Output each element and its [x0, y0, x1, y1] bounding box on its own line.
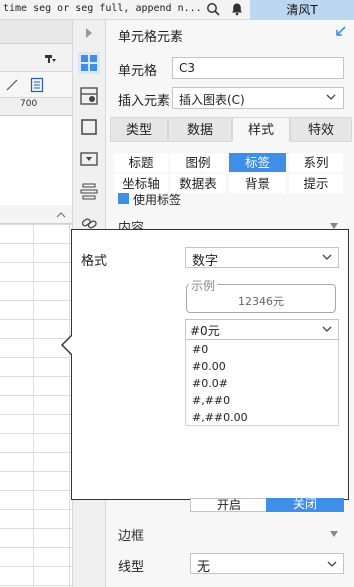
use-label-checkbox[interactable] — [118, 193, 129, 204]
format-label: 格式 — [81, 254, 108, 269]
chevron-down-icon[interactable] — [327, 560, 337, 568]
line-type-label: 线型 — [118, 560, 145, 575]
subtab-series[interactable]: 系列 — [289, 153, 343, 172]
sheet-toolbar-secondary — [0, 44, 72, 72]
subtab-label[interactable]: 标签 — [229, 153, 286, 172]
format-painter-icon[interactable] — [44, 54, 56, 64]
ruler-label: 700 — [20, 99, 38, 109]
pattern-option[interactable]: #,##0 — [192, 394, 230, 407]
line-tool-icon[interactable] — [5, 78, 19, 92]
pattern-option[interactable]: #0.00 — [192, 360, 226, 373]
tab-data[interactable]: 数据 — [168, 117, 232, 142]
sheet-toolbar-tertiary — [0, 72, 72, 98]
toggle-off-button[interactable]: 关闭 — [266, 498, 344, 512]
expand-icon[interactable] — [334, 24, 348, 38]
scroll-up-icon[interactable] — [54, 207, 68, 223]
panel-title: 单元格元素 — [118, 30, 184, 45]
cell-label: 单元格 — [118, 64, 158, 79]
cell-input[interactable]: C3 — [172, 57, 344, 79]
collapse-arrow-icon[interactable] — [78, 22, 100, 44]
top-bar-text: time seg or seg full, append n... — [3, 3, 202, 14]
pattern-option[interactable]: #0 — [192, 343, 208, 356]
example-value: 12346元 — [238, 295, 284, 308]
user-badge[interactable]: 清风T — [250, 0, 354, 20]
bell-icon[interactable] — [230, 2, 244, 16]
subtab-background[interactable]: 背景 — [229, 174, 286, 193]
subtab-title[interactable]: 标题 — [114, 153, 168, 172]
tab-type[interactable]: 类型 — [110, 117, 168, 142]
tab-style[interactable]: 样式 — [232, 117, 290, 142]
search-icon[interactable] — [206, 2, 220, 16]
sheet-grid[interactable] — [0, 205, 72, 587]
cell-attribute-icon[interactable] — [78, 85, 100, 107]
subtab-tooltip[interactable]: 提示 — [289, 174, 343, 193]
chevron-down-icon[interactable] — [322, 325, 332, 333]
subtab-legend[interactable]: 图例 — [170, 153, 226, 172]
collapse-triangle-icon[interactable] — [330, 531, 338, 537]
pattern-option[interactable]: #,##0.00 — [192, 411, 248, 424]
document-icon[interactable] — [30, 77, 44, 93]
frame-icon[interactable] — [78, 116, 100, 138]
section-border-header[interactable]: 边框 — [118, 525, 144, 544]
condition-icon[interactable] — [78, 180, 100, 202]
cell-element-icon[interactable] — [78, 52, 100, 74]
format-pattern-input[interactable]: #0元 — [185, 319, 339, 340]
widget-icon[interactable] — [78, 148, 100, 170]
insert-element-select[interactable]: 插入图表(C) — [172, 87, 344, 109]
use-label-text: 使用标签 — [133, 193, 182, 207]
tab-effects[interactable]: 特效 — [290, 117, 352, 142]
popup-pointer-fill — [63, 335, 73, 355]
line-type-select[interactable]: 无 — [190, 553, 344, 575]
toggle-on-button[interactable]: 开启 — [190, 498, 268, 512]
sheet-toolbar — [0, 20, 72, 44]
format-type-select[interactable]: 数字 — [185, 247, 339, 269]
chevron-down-icon[interactable] — [322, 253, 332, 261]
insert-element-label: 插入元素 — [118, 94, 171, 109]
example-legend: 示例 — [189, 277, 218, 294]
pattern-option[interactable]: #0.0# — [192, 377, 228, 390]
chevron-down-icon[interactable] — [326, 93, 336, 101]
